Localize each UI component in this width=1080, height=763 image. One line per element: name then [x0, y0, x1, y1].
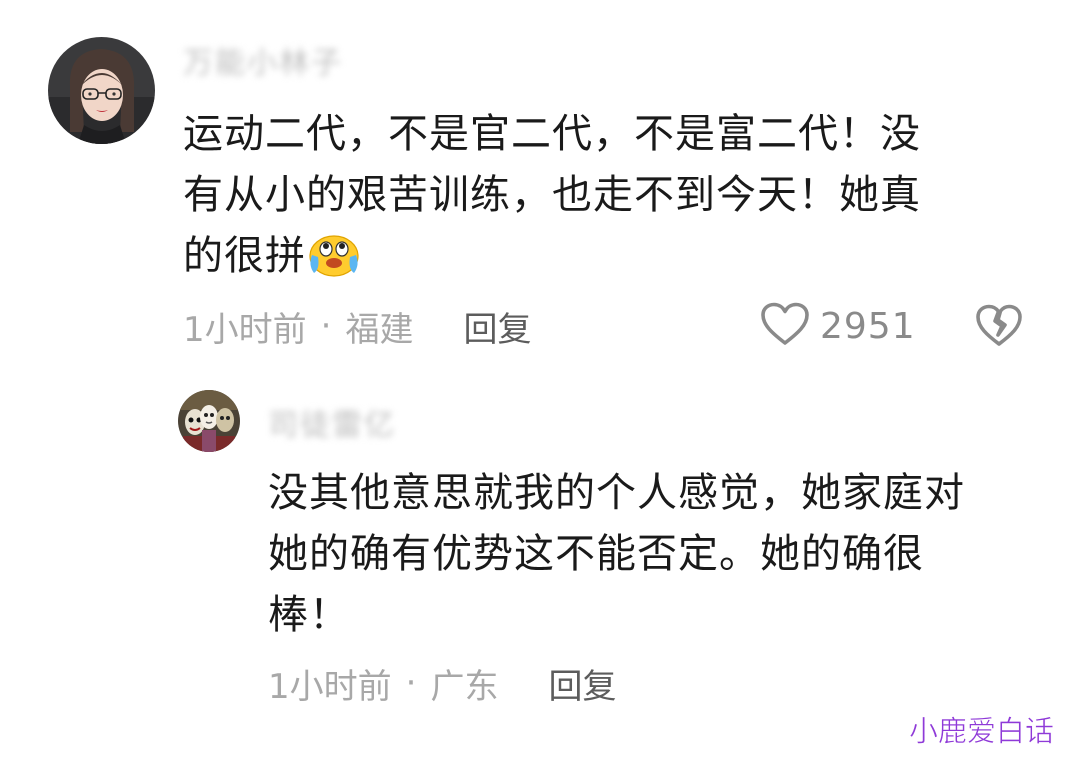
broken-heart-icon[interactable]: [975, 304, 1023, 352]
reply-line: 棒！: [268, 592, 350, 638]
comment-line: 运动二代，不是官二代，不是富二代！没: [183, 111, 921, 157]
like-count: 2951: [820, 305, 916, 347]
reply-meta: 1小时前 · 广东 回复: [268, 659, 616, 707]
reply-text: 没其他意思就我的个人感觉，她家庭对 她的确有优势这不能否定。她的确很 棒！: [268, 463, 1038, 646]
comment-line: 有从小的艰苦训练，也走不到今天！她真: [183, 172, 921, 218]
reply-button[interactable]: 回复: [548, 659, 616, 708]
comment-location: 福建: [345, 309, 414, 350]
reply-location: 广东: [430, 666, 499, 707]
heart-outline-icon: [760, 302, 810, 350]
reply-time: 1小时前: [268, 666, 392, 707]
replier-username[interactable]: 司徒雷亿: [268, 400, 396, 444]
meta-separator: ·: [320, 306, 332, 346]
comment-meta: 1小时前 · 福建 回复: [183, 302, 531, 350]
commenter-username[interactable]: 万能小林子: [183, 38, 343, 82]
reply-line: 她的确有优势这不能否定。她的确很: [268, 531, 924, 577]
commenter-avatar[interactable]: [48, 37, 155, 144]
crying-laughing-emoji-icon: [308, 229, 360, 277]
watermark: 小鹿爱白话: [909, 714, 1055, 749]
reply-line: 没其他意思就我的个人感觉，她家庭对: [268, 470, 965, 516]
comment-line-text: 的很拼: [183, 233, 306, 279]
comment-text: 运动二代，不是官二代，不是富二代！没 有从小的艰苦训练，也走不到今天！她真 的很…: [183, 104, 1013, 287]
meta-separator: ·: [405, 663, 417, 703]
comment-line: 的很拼: [183, 226, 1013, 287]
replier-avatar[interactable]: [178, 390, 240, 452]
comment-time: 1小时前: [183, 309, 307, 350]
like-button[interactable]: 2951: [760, 302, 916, 350]
reply-button[interactable]: 回复: [463, 302, 531, 351]
